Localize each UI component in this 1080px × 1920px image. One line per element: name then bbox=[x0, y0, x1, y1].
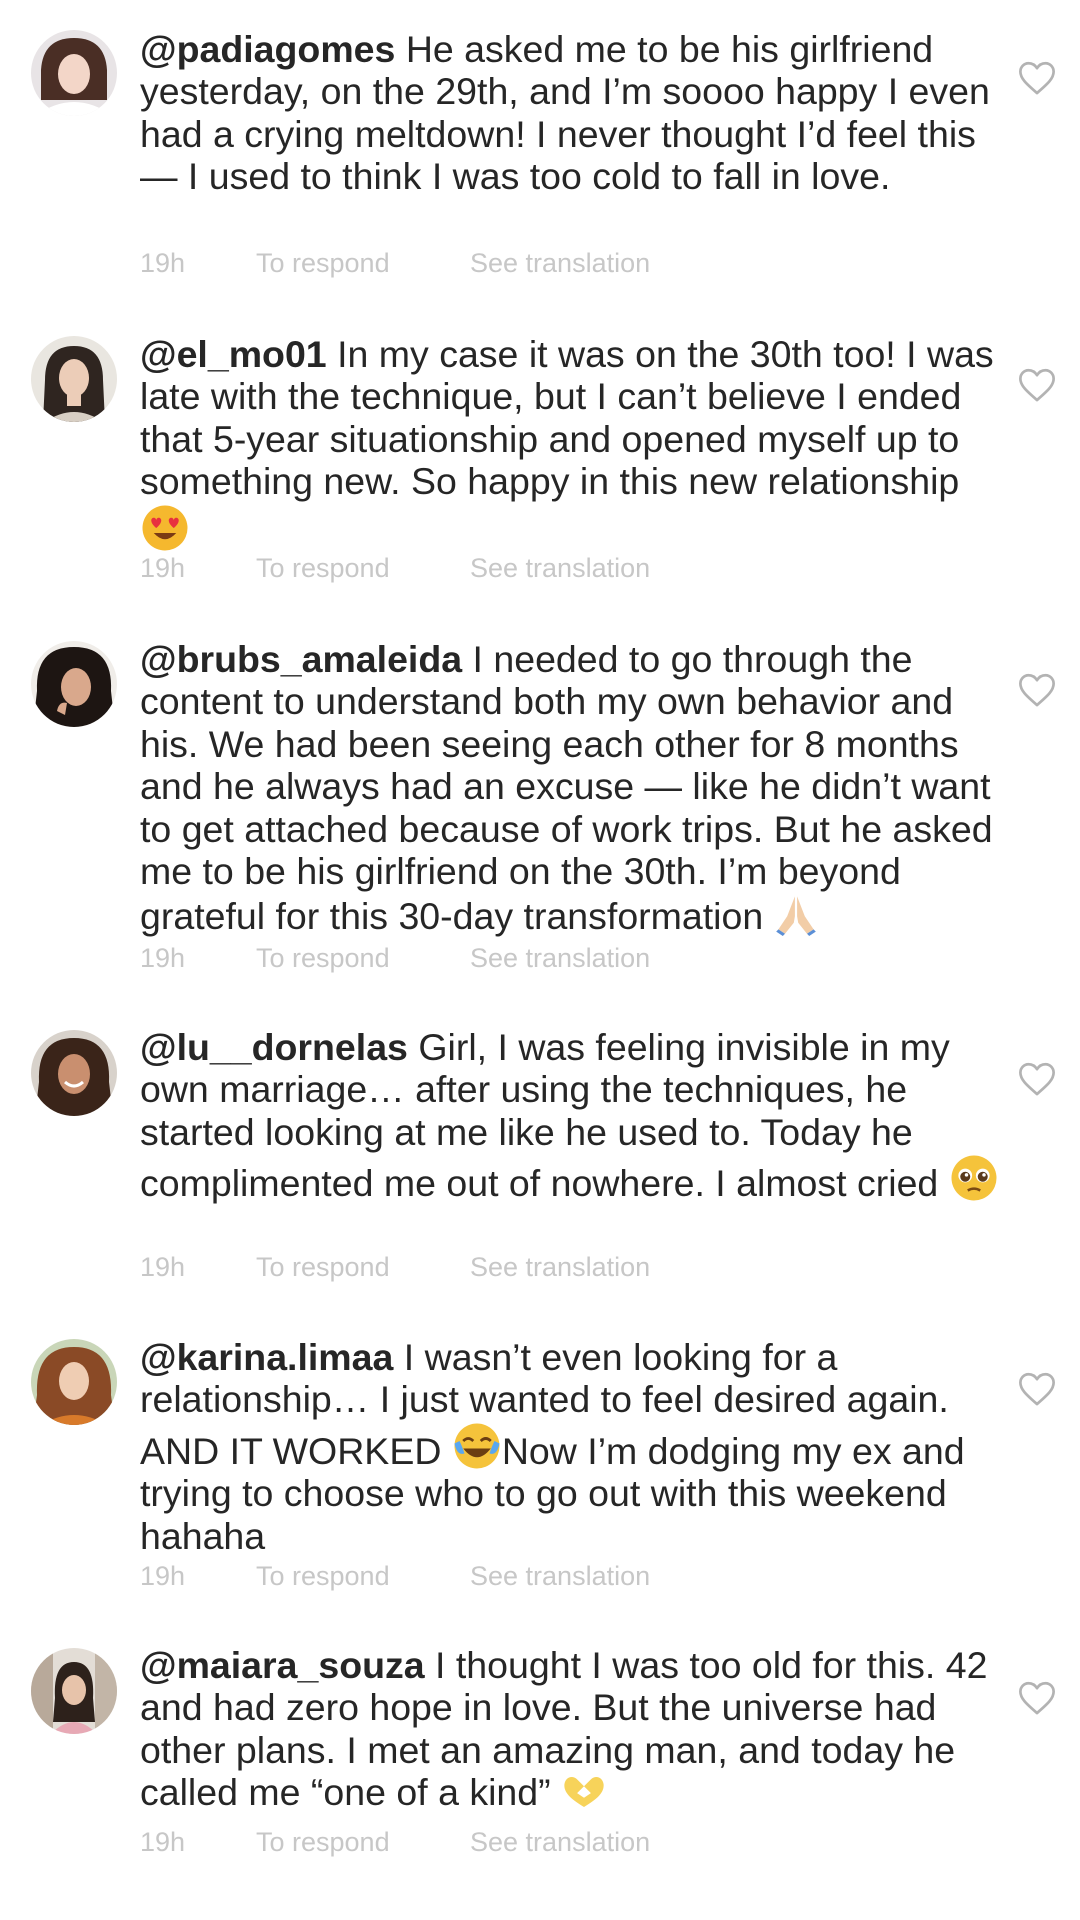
see-translation-link[interactable]: See translation bbox=[470, 943, 650, 974]
pleading-face-emoji bbox=[951, 1155, 997, 1201]
heart-hands-emoji bbox=[564, 1777, 604, 1808]
face-with-tears-of-joy-emoji bbox=[454, 1423, 500, 1469]
heart-outline-icon[interactable] bbox=[1018, 1061, 1056, 1097]
comment-timestamp: 19h bbox=[140, 943, 186, 973]
avatar[interactable] bbox=[31, 641, 117, 727]
comment-username[interactable]: @karina.limaa bbox=[140, 1336, 393, 1378]
heart-outline-icon[interactable] bbox=[1018, 60, 1056, 96]
comment-username[interactable]: @brubs_amaleida bbox=[140, 638, 462, 680]
reply-button[interactable]: To respond bbox=[256, 553, 390, 584]
heart-outline-icon[interactable] bbox=[1018, 367, 1056, 403]
comment-timestamp: 19h bbox=[140, 248, 186, 278]
heart-outline-icon[interactable] bbox=[1018, 1371, 1056, 1407]
reply-button[interactable]: To respond bbox=[256, 1561, 390, 1592]
comment-text: @padiagomes He asked me to be his girlfr… bbox=[140, 28, 1000, 198]
reply-button[interactable]: To respond bbox=[256, 943, 390, 974]
see-translation-link[interactable]: See translation bbox=[470, 1252, 650, 1283]
comment-text: @el_mo01 In my case it was on the 30th t… bbox=[140, 333, 1000, 554]
comment-timestamp: 19h bbox=[140, 553, 186, 583]
avatar[interactable] bbox=[31, 336, 117, 422]
comment-username[interactable]: @maiara_souza bbox=[140, 1644, 425, 1686]
folded-hands-emoji bbox=[775, 896, 816, 937]
comment-timestamp: 19h bbox=[140, 1827, 186, 1857]
avatar[interactable] bbox=[31, 30, 117, 116]
comment-username[interactable]: @padiagomes bbox=[140, 28, 395, 70]
comment-text: @lu__dornelas Girl, I was feeling invisi… bbox=[140, 1026, 1000, 1205]
heart-outline-icon[interactable] bbox=[1018, 1680, 1056, 1716]
reply-button[interactable]: To respond bbox=[256, 1252, 390, 1283]
comment-username[interactable]: @el_mo01 bbox=[140, 333, 327, 375]
comment-body: I needed to go through the content to un… bbox=[140, 638, 993, 938]
comment-username[interactable]: @lu__dornelas bbox=[140, 1026, 408, 1068]
comment-text: @karina.limaa I wasn’t even looking for … bbox=[140, 1336, 1000, 1557]
comment-timestamp: 19h bbox=[140, 1252, 186, 1282]
reply-button[interactable]: To respond bbox=[256, 1827, 390, 1858]
avatar[interactable] bbox=[31, 1648, 117, 1734]
comment-timestamp: 19h bbox=[140, 1561, 186, 1591]
reply-button[interactable]: To respond bbox=[256, 248, 390, 279]
see-translation-link[interactable]: See translation bbox=[470, 1561, 650, 1592]
heart-outline-icon[interactable] bbox=[1018, 672, 1056, 708]
see-translation-link[interactable]: See translation bbox=[470, 553, 650, 584]
see-translation-link[interactable]: See translation bbox=[470, 248, 650, 279]
avatar[interactable] bbox=[31, 1030, 117, 1116]
see-translation-link[interactable]: See translation bbox=[470, 1827, 650, 1858]
smiling-face-with-heart-eyes-emoji bbox=[142, 505, 188, 551]
avatar[interactable] bbox=[31, 1339, 117, 1425]
comment-text: @brubs_amaleida I needed to go through t… bbox=[140, 638, 1000, 938]
comment-text: @maiara_souza I thought I was too old fo… bbox=[140, 1644, 1000, 1814]
